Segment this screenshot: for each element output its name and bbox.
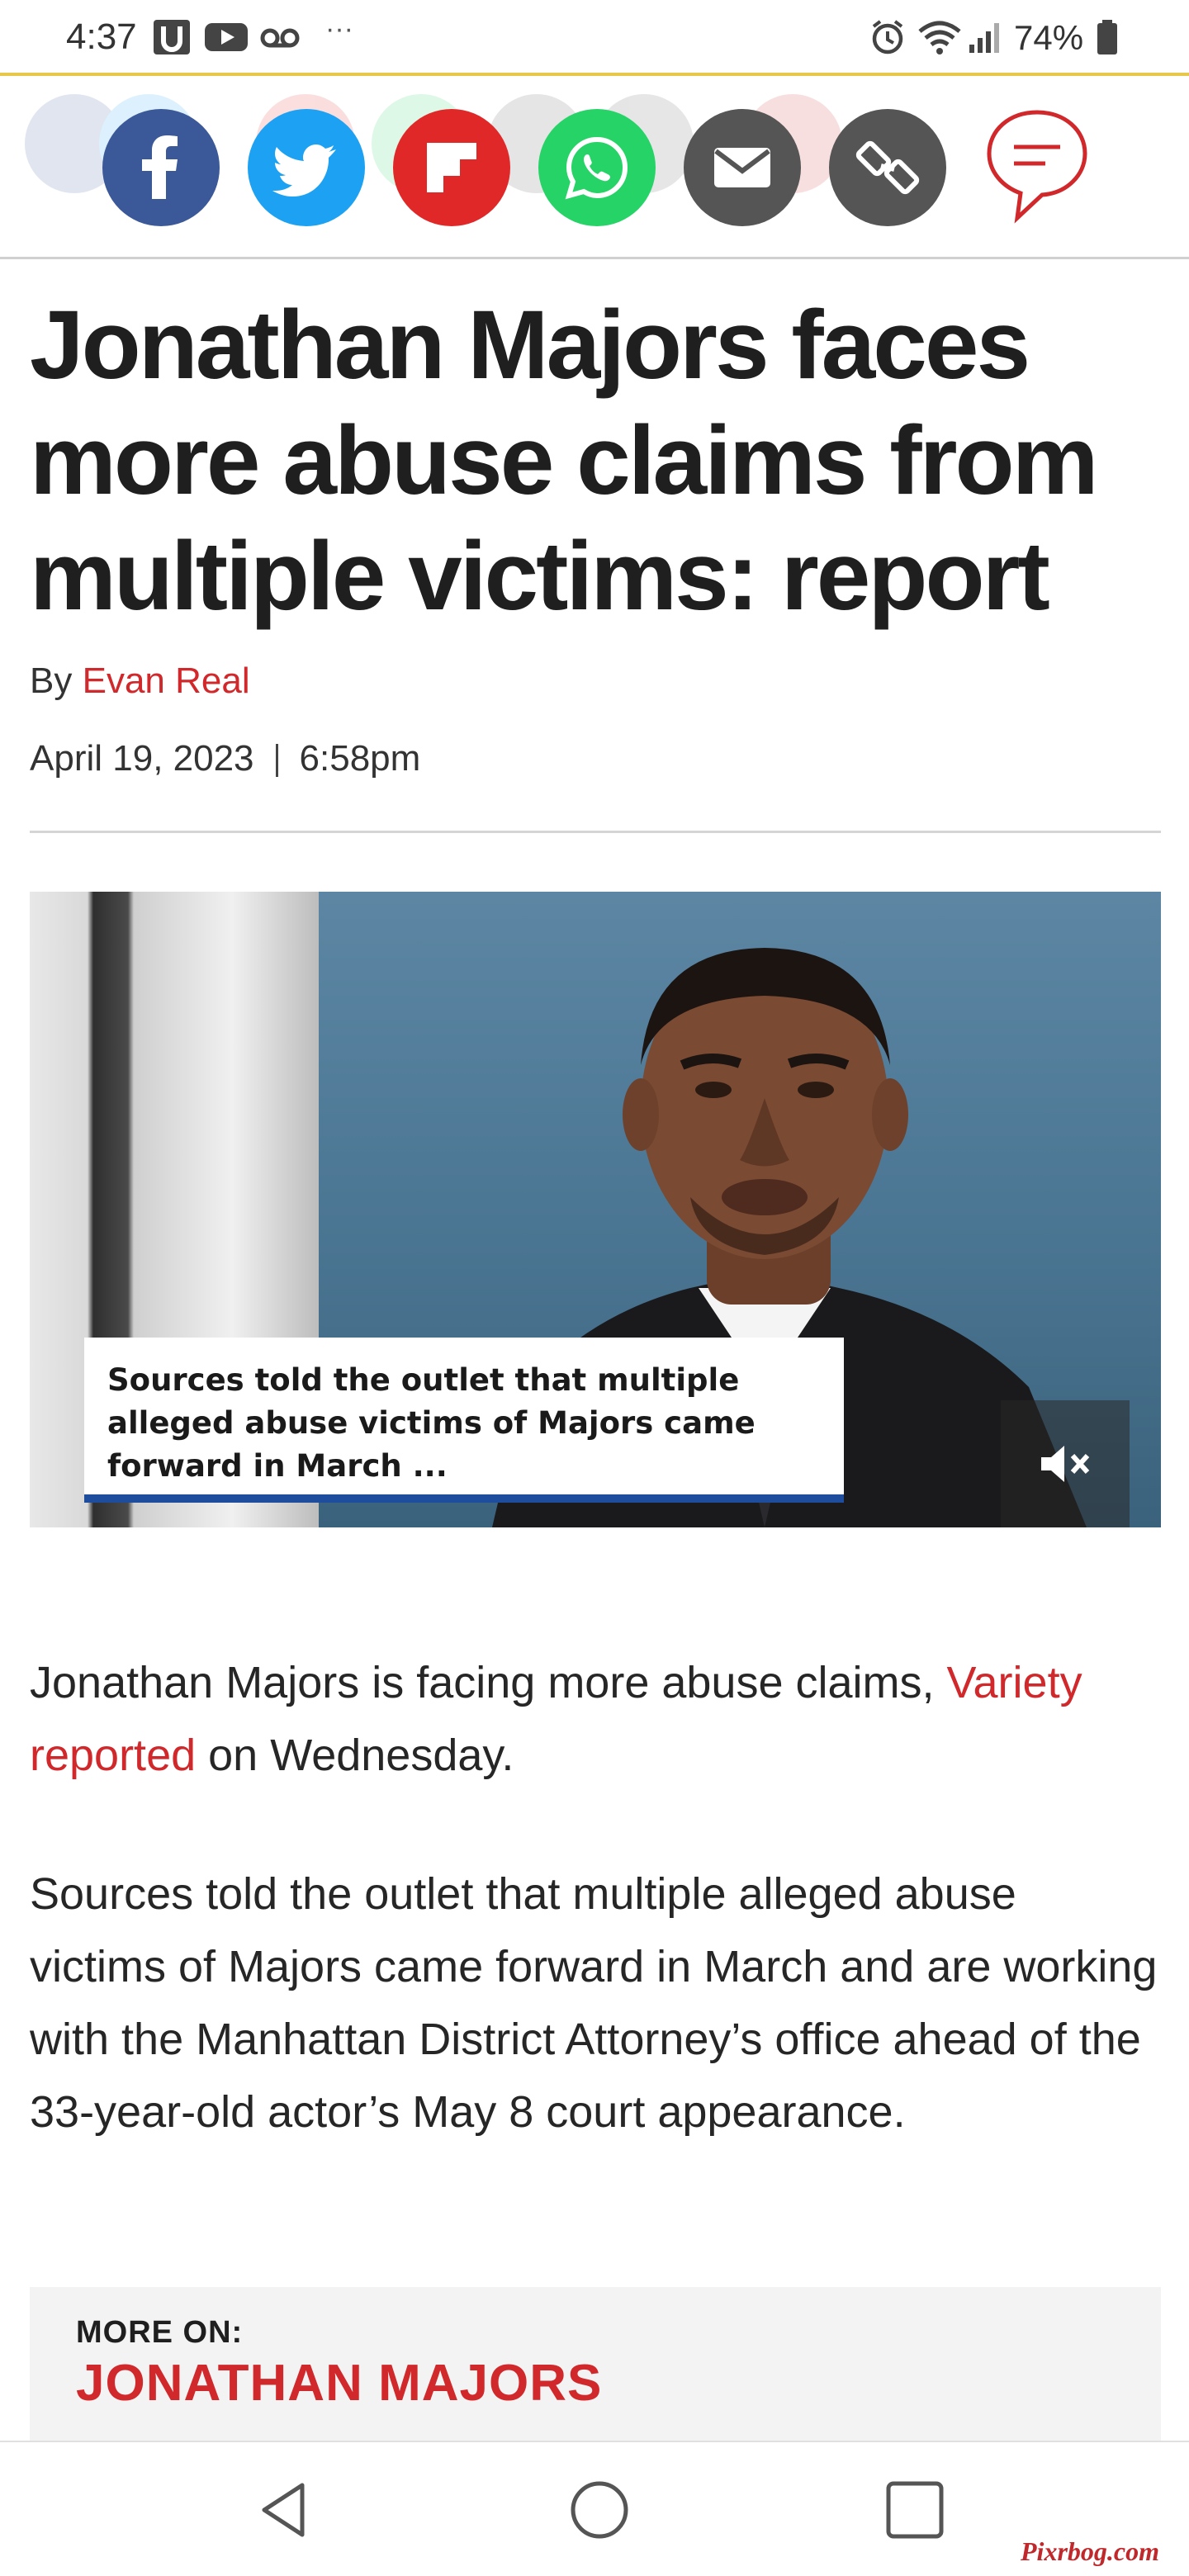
signal-icon: [969, 23, 999, 53]
video-caption: Sources told the outlet that multiple al…: [107, 1362, 756, 1484]
comments-icon[interactable]: [979, 104, 1095, 228]
whatsapp-share-button[interactable]: [538, 109, 656, 226]
back-icon[interactable]: [251, 2477, 317, 2543]
email-share-button[interactable]: [684, 109, 801, 226]
article-headline: Jonathan Majors faces more abuse claims …: [30, 291, 1099, 631]
mute-button[interactable]: [1001, 1400, 1130, 1527]
publish-date: April 19, 2023: [30, 738, 254, 779]
flipboard-icon: [427, 143, 476, 192]
youtube-icon: [205, 23, 248, 51]
more-on-topic-link[interactable]: JONATHAN MAJORS: [76, 2354, 1115, 2413]
byline: By Evan Real: [30, 661, 250, 702]
wifi-icon: [918, 21, 961, 54]
watermark: Pixrbog.com: [1021, 2536, 1159, 2566]
voicemail-icon: [260, 28, 300, 48]
dateline: April 19, 2023 6:58pm: [30, 738, 420, 779]
whatsapp-icon: [565, 136, 628, 200]
share-bar: [0, 79, 1189, 259]
header-divider: [30, 831, 1161, 833]
more-on-label: MORE ON:: [76, 2315, 244, 2350]
video-player[interactable]: Sources told the outlet that multiple al…: [30, 892, 1161, 1527]
publish-time: 6:58pm: [299, 738, 421, 779]
paragraph-1-text-start: Jonathan Majors is facing more abuse cla…: [30, 1658, 947, 1707]
mute-icon: [1041, 1446, 1090, 1482]
more-on-module: MORE ON: JONATHAN MAJORS: [30, 2287, 1161, 2441]
u-app-icon: [154, 20, 190, 54]
article-paragraph-2: Sources told the outlet that multiple al…: [30, 1869, 1158, 2137]
twitter-share-button[interactable]: [248, 109, 365, 226]
alarm-icon: [872, 20, 903, 54]
link-icon: [855, 140, 920, 195]
email-icon: [714, 148, 770, 187]
byline-label: By: [30, 661, 73, 701]
battery-percent: 74%: [1014, 18, 1084, 57]
flipboard-share-button[interactable]: [393, 109, 510, 226]
paragraph-1-text-end: on Wednesday.: [196, 1731, 514, 1780]
android-nav-bar: Pixrbog.com: [0, 2441, 1189, 2576]
battery-icon: [1097, 20, 1117, 54]
status-time: 4:37: [66, 17, 137, 57]
twitter-icon: [272, 144, 336, 197]
facebook-share-button[interactable]: [102, 109, 220, 226]
video-caption-box: Sources told the outlet that multiple al…: [84, 1338, 844, 1503]
home-icon[interactable]: [566, 2477, 632, 2543]
date-separator: [275, 744, 278, 778]
author-link[interactable]: Evan Real: [83, 661, 250, 701]
facebook-icon: [142, 135, 178, 199]
copy-link-button[interactable]: [829, 109, 946, 226]
more-notifications-indicator: ···: [325, 13, 353, 45]
status-bar: 4:37 ··· 74%: [0, 0, 1189, 76]
recents-icon[interactable]: [882, 2477, 948, 2543]
article-paragraph-1: Jonathan Majors is facing more abuse cla…: [30, 1646, 1161, 1792]
